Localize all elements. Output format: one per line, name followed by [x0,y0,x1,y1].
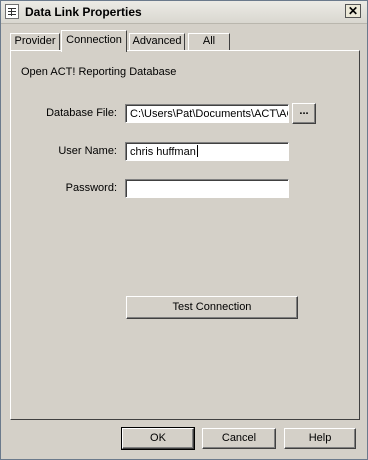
ok-button[interactable]: OK [121,427,195,450]
database-file-label: Database File: [46,107,117,119]
password-label: Password: [65,182,117,194]
help-button[interactable]: Help [284,428,356,449]
password-input[interactable] [125,179,289,198]
data-link-properties-dialog: Data Link Properties ✕ Provider Connecti… [0,0,368,460]
text-cursor [196,145,198,157]
tab-advanced[interactable]: Advanced [129,33,185,50]
cancel-button[interactable]: Cancel [202,428,276,449]
user-name-input[interactable]: chris huffman [125,142,289,161]
data-link-icon [5,4,19,19]
user-name-label: User Name: [58,145,117,157]
browse-button[interactable]: ... [292,103,316,124]
test-connection-button[interactable]: Test Connection [126,296,298,319]
tab-all[interactable]: All [188,33,230,50]
connection-tab-panel: Open ACT! Reporting Database Database Fi… [10,50,360,420]
window-title: Data Link Properties [25,5,142,19]
title-bar[interactable]: Data Link Properties ✕ [1,1,367,24]
panel-heading: Open ACT! Reporting Database [21,66,177,78]
close-button[interactable]: ✕ [345,4,361,18]
close-icon: ✕ [347,4,359,18]
tab-provider[interactable]: Provider [10,33,60,50]
tab-connection[interactable]: Connection [61,30,127,52]
database-file-input[interactable]: C:\Users\Pat\Documents\ACT\AC [125,104,289,123]
